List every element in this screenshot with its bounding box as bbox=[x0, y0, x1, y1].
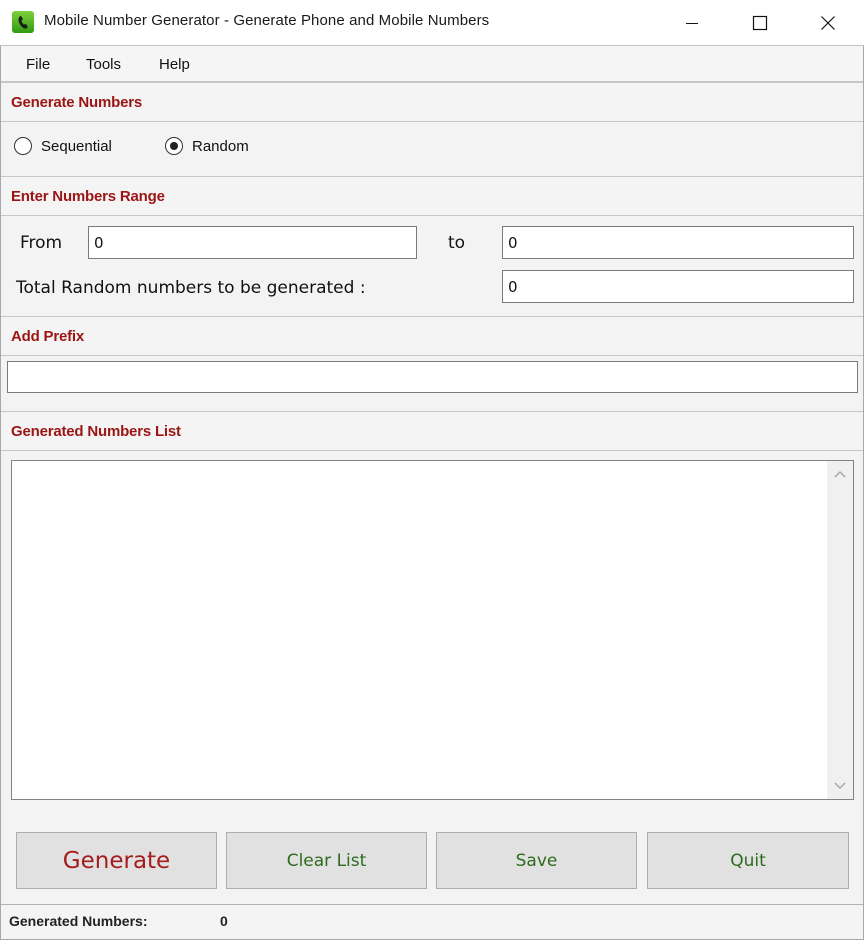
random-label: Random bbox=[192, 137, 249, 155]
from-label: From bbox=[20, 233, 63, 253]
prefix-title: Add Prefix bbox=[11, 328, 85, 345]
clear-list-button[interactable]: Clear List bbox=[226, 832, 427, 889]
chevron-down-icon bbox=[834, 782, 846, 789]
generated-numbers-list[interactable] bbox=[11, 460, 854, 800]
menu-help[interactable]: Help bbox=[159, 56, 190, 73]
menu-tools[interactable]: Tools bbox=[86, 56, 121, 73]
to-input[interactable] bbox=[502, 226, 854, 259]
prefix-input[interactable] bbox=[7, 361, 858, 393]
generated-count-value: 0 bbox=[220, 913, 228, 929]
generated-count-label: Generated Numbers: bbox=[9, 913, 148, 929]
from-input[interactable] bbox=[88, 226, 417, 259]
close-button[interactable] bbox=[800, 0, 856, 45]
range-title: Enter Numbers Range bbox=[11, 188, 165, 205]
list-scrollbar[interactable] bbox=[827, 461, 853, 799]
radio-checked-icon bbox=[165, 137, 183, 155]
generate-button[interactable]: Generate bbox=[16, 832, 217, 889]
total-random-input[interactable] bbox=[502, 270, 854, 303]
minimize-button[interactable] bbox=[664, 0, 720, 45]
sequential-label: Sequential bbox=[41, 137, 112, 155]
generate-numbers-header: Generate Numbers bbox=[1, 82, 863, 122]
close-icon bbox=[821, 15, 835, 30]
main-window: File Tools Help Generate Numbers Sequent… bbox=[0, 45, 864, 940]
phone-app-icon bbox=[12, 11, 34, 33]
status-bar: Generated Numbers: 0 bbox=[1, 904, 863, 939]
title-bar: Mobile Number Generator - Generate Phone… bbox=[0, 0, 864, 45]
scroll-up-button[interactable] bbox=[827, 461, 853, 487]
quit-button[interactable]: Quit bbox=[647, 832, 849, 889]
to-label: to bbox=[448, 233, 466, 253]
range-header: Enter Numbers Range bbox=[1, 176, 863, 216]
prefix-header: Add Prefix bbox=[1, 316, 863, 356]
list-title: Generated Numbers List bbox=[11, 423, 181, 440]
chevron-up-icon bbox=[834, 471, 846, 478]
maximize-button[interactable] bbox=[732, 0, 788, 45]
total-random-label: Total Random numbers to be generated : bbox=[16, 278, 366, 298]
minimize-icon bbox=[686, 22, 698, 24]
menu-bar: File Tools Help bbox=[1, 46, 863, 82]
menu-file[interactable]: File bbox=[26, 56, 50, 73]
random-radio[interactable]: Random bbox=[165, 137, 249, 155]
window-title: Mobile Number Generator - Generate Phone… bbox=[44, 12, 490, 29]
save-button[interactable]: Save bbox=[436, 832, 637, 889]
generate-numbers-title: Generate Numbers bbox=[11, 94, 143, 111]
radio-unchecked-icon bbox=[14, 137, 32, 155]
list-header: Generated Numbers List bbox=[1, 411, 863, 451]
maximize-icon bbox=[752, 15, 768, 30]
scroll-down-button[interactable] bbox=[827, 773, 853, 799]
sequential-radio[interactable]: Sequential bbox=[14, 137, 112, 155]
